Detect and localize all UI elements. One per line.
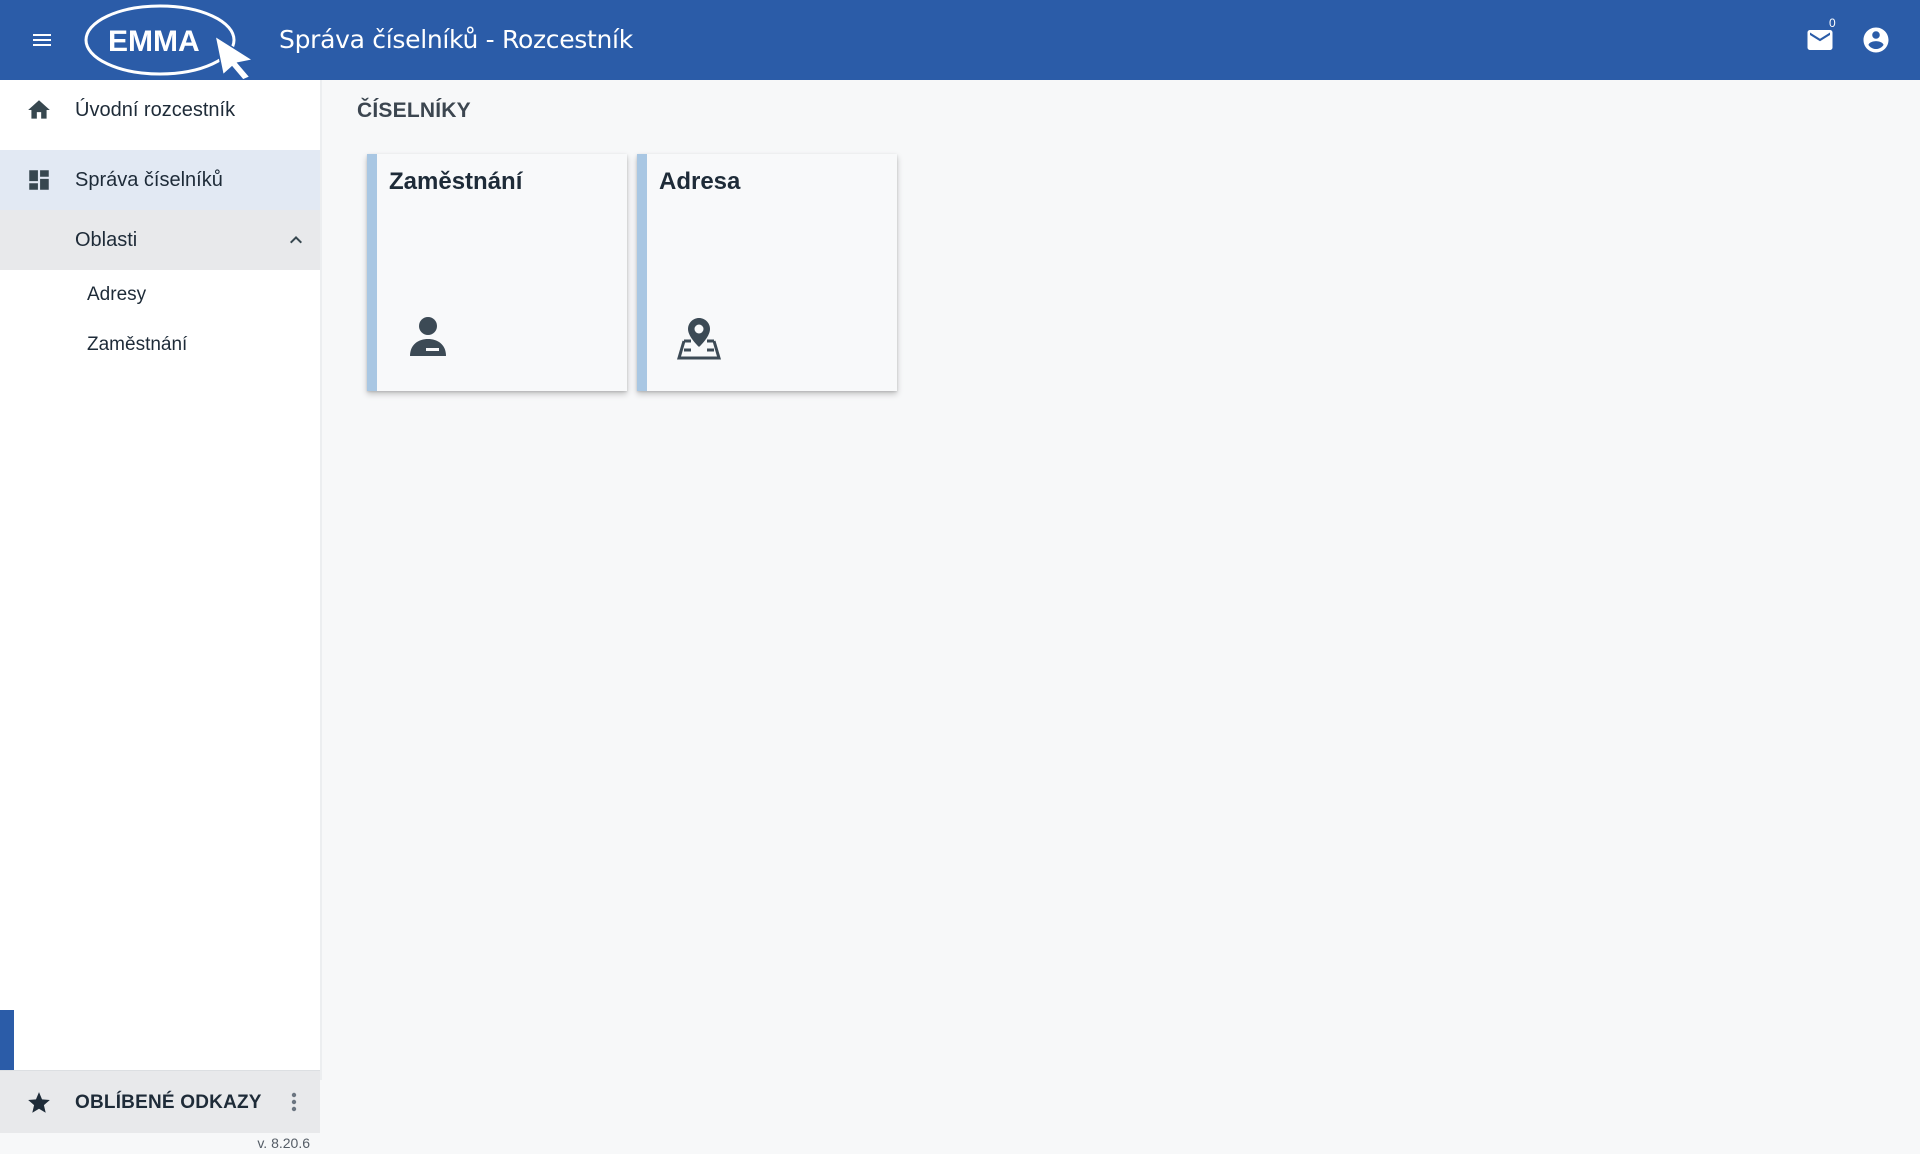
more-vert-icon (291, 1092, 297, 1112)
sidebar-subitem-label: Zaměstnání (87, 334, 188, 355)
sidebar-group-label: Oblasti (75, 229, 138, 251)
sidebar-subitem-employment[interactable]: Zaměstnání (0, 320, 320, 368)
logo-text: EMMA (108, 25, 200, 58)
hamburger-icon (33, 34, 51, 46)
sidebar: Úvodní rozcestník Správa číselníků Oblas… (0, 80, 322, 1151)
account-circle-icon (1863, 27, 1889, 53)
favorites-label: OBLÍBENÉ ODKAZY (75, 1092, 262, 1113)
star-icon (28, 1092, 50, 1113)
card-title: Zaměstnání (389, 168, 523, 195)
sidebar-subitem-addresses[interactable]: Adresy (0, 270, 320, 318)
favorites-section[interactable]: OBLÍBENÉ ODKAZY (0, 1070, 320, 1133)
page-title: Správa číselníků - Rozcestník (279, 25, 633, 54)
card-address[interactable]: Adresa (637, 154, 897, 391)
menu-button[interactable] (18, 16, 66, 64)
sidebar-group-areas[interactable]: Oblasti (0, 210, 320, 270)
account-button[interactable] (1856, 20, 1896, 60)
card-title: Adresa (659, 168, 741, 195)
favorites-more-button[interactable] (282, 1087, 306, 1117)
map-pin-icon (676, 318, 722, 360)
sidebar-item-codebooks[interactable]: Správa číselníků (0, 150, 320, 210)
top-app-bar: EMMA Správa číselníků - Rozcestník 0 (0, 0, 1920, 81)
person-card-icon (410, 317, 446, 356)
sidebar-item-label: Správa číselníků (75, 169, 223, 191)
messages-button[interactable]: 0 (1800, 16, 1840, 60)
sidebar-item-home[interactable]: Úvodní rozcestník (0, 80, 320, 140)
mail-count-badge: 0 (1829, 16, 1836, 30)
chevron-up-icon (290, 236, 302, 244)
dashboard-icon (29, 170, 49, 190)
section-title: ČÍSELNÍKY (357, 99, 471, 122)
app-version: v. 8.20.6 (257, 1135, 310, 1151)
home-icon (28, 100, 50, 119)
card-employment[interactable]: Zaměstnání (367, 154, 627, 391)
sidebar-subitem-label: Adresy (87, 284, 147, 305)
sidebar-item-label: Úvodní rozcestník (75, 99, 236, 121)
emma-logo[interactable]: EMMA (82, 2, 257, 81)
